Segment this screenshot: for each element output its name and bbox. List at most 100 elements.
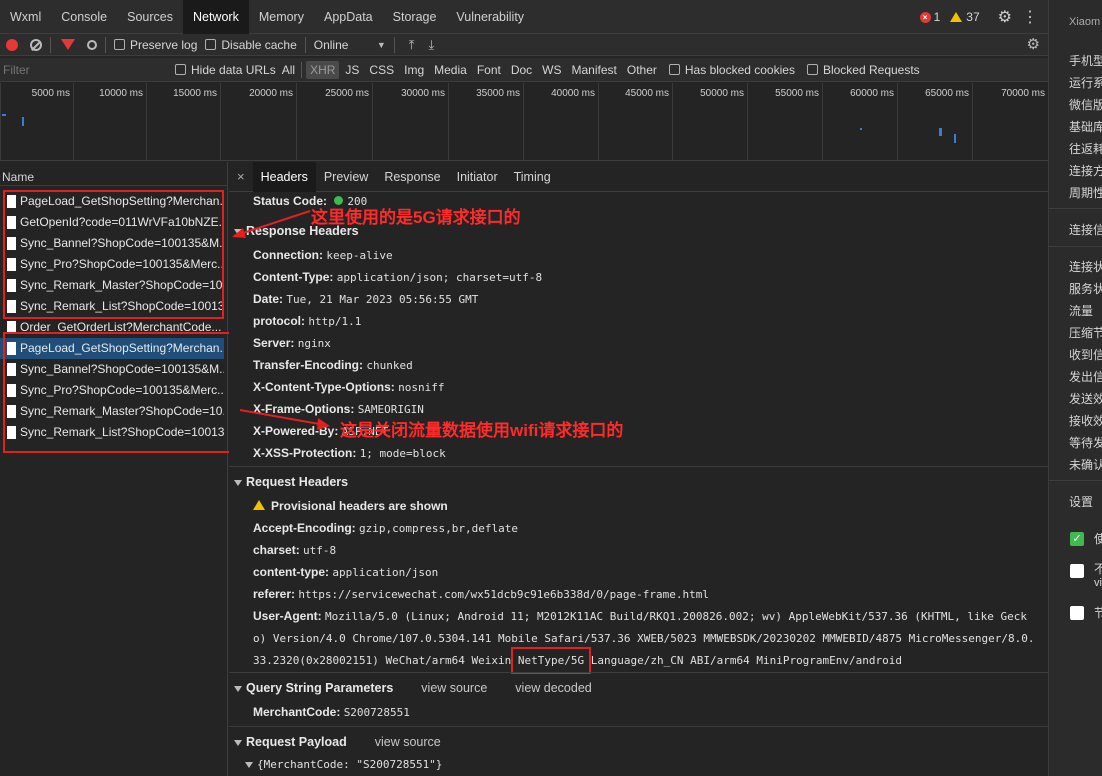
gear-icon[interactable]: ⚙ <box>998 7 1012 27</box>
info-label: 连接方 <box>1069 164 1102 178</box>
tab-initiator[interactable]: Initiator <box>449 162 506 192</box>
tab-appdata[interactable]: AppData <box>314 0 383 34</box>
view-source-link[interactable]: view source <box>375 735 441 749</box>
divider <box>393 36 395 53</box>
checkbox[interactable] <box>205 39 217 50</box>
close-icon[interactable]: × <box>237 169 245 184</box>
device-title: Xiaom <box>1069 16 1101 28</box>
filter-type-css[interactable]: CSS <box>369 63 394 77</box>
tab-headers[interactable]: Headers <box>252 162 316 192</box>
header-row: X-Frame-Options: SAMEORIGIN <box>253 402 424 416</box>
tab-console[interactable]: Console <box>51 0 117 34</box>
checkbox[interactable] <box>1070 606 1084 620</box>
checkbox[interactable] <box>1070 564 1084 578</box>
info-label: 收到信 <box>1069 348 1102 362</box>
disable-cache-toggle[interactable]: Disable cache <box>205 37 297 52</box>
tab-memory[interactable]: Memory <box>249 0 314 34</box>
tab-timing[interactable]: Timing <box>506 162 559 192</box>
preserve-log-toggle[interactable]: Preserve log <box>114 38 197 52</box>
query-string-title[interactable]: Query String Parameters view source view d… <box>234 681 592 695</box>
request-payload-title[interactable]: Request Payload view source <box>234 735 441 749</box>
divider <box>1049 246 1102 247</box>
filter-type-js[interactable]: JS <box>345 63 359 77</box>
filter-bar: Hide data URLs All XHR JS CSS Img Media … <box>0 58 1048 82</box>
error-icon: × <box>919 11 931 23</box>
tab-network[interactable]: Network <box>182 0 249 34</box>
blocked-requests-toggle[interactable]: Blocked Requests <box>806 63 920 77</box>
tab-storage[interactable]: Storage <box>383 0 447 34</box>
checkbox[interactable] <box>114 39 125 50</box>
filter-type-xhr[interactable]: XHR <box>306 60 340 79</box>
filter-input[interactable] <box>3 59 163 80</box>
timeline-tick: 10000 ms <box>73 83 146 161</box>
warning-count[interactable]: 37 <box>950 10 980 24</box>
view-decoded-link[interactable]: view decoded <box>515 681 591 695</box>
filter-type-img[interactable]: Img <box>404 63 424 77</box>
request-headers-title[interactable]: Request Headers <box>234 475 348 489</box>
view-source-link[interactable]: view source <box>421 681 487 695</box>
network-toolbar: Preserve log Disable cache Online ▼ ⤒ ⤓ ⚙ <box>0 34 1048 56</box>
timeline-overview[interactable]: 5000 ms 10000 ms 15000 ms 20000 ms 25000… <box>0 83 1048 161</box>
hide-data-urls-toggle[interactable]: Hide data URLs <box>175 63 276 77</box>
filter-type-all[interactable]: All <box>282 63 295 77</box>
record-icon[interactable] <box>6 38 18 51</box>
option-label: 不 <box>1094 560 1102 577</box>
tab-response[interactable]: Response <box>376 162 448 192</box>
import-icon[interactable]: ⤒ <box>409 37 415 53</box>
filter-type-manifest[interactable]: Manifest <box>572 63 617 77</box>
annotation-wifi: 这是关闭流量数据使用wifi请求接口的 <box>340 421 624 440</box>
info-label: 基础库 <box>1069 120 1102 134</box>
checkbox[interactable] <box>806 64 818 75</box>
filter-type-other[interactable]: Other <box>627 63 657 77</box>
expand-icon <box>234 739 242 746</box>
checkbox[interactable] <box>175 64 186 75</box>
clear-icon[interactable] <box>30 38 42 51</box>
timeline-tick: 30000 ms <box>372 83 448 161</box>
option-label: 使 <box>1094 530 1102 547</box>
request-headers-section: Request Headers Provisional headers are … <box>229 466 1048 674</box>
hide-data-urls-label: Hide data URLs <box>191 62 276 77</box>
tab-wxml[interactable]: Wxml <box>0 0 51 34</box>
disable-cache-label: Disable cache <box>221 37 297 52</box>
filter-type-doc[interactable]: Doc <box>511 63 532 77</box>
column-header-name[interactable]: Name <box>0 162 227 186</box>
warning-count-value: 37 <box>966 10 980 24</box>
search-icon[interactable] <box>87 39 97 50</box>
header-row: Connection: keep-alive <box>253 248 393 262</box>
more-icon[interactable]: ⋮ <box>1022 7 1038 27</box>
annotation-5g: 这里使用的是5G请求接口的 <box>311 208 521 227</box>
error-count-value: 1 <box>933 10 941 24</box>
tab-bar-right: × 1 37 ⚙ ⋮ <box>919 0 1048 34</box>
checkbox[interactable] <box>668 64 680 75</box>
filter-type-media[interactable]: Media <box>434 63 467 77</box>
error-count[interactable]: × 1 <box>919 10 941 24</box>
filter-type-font[interactable]: Font <box>477 63 501 77</box>
timeline-mark <box>22 117 24 126</box>
section-title: 设置 <box>1069 495 1094 509</box>
info-label: 服务状 <box>1069 282 1102 296</box>
header-row: Date: Tue, 21 Mar 2023 05:56:55 GMT <box>253 292 479 306</box>
devtools: Wxml Console Sources Network Memory AppD… <box>0 0 1048 776</box>
timeline-tick: 55000 ms <box>747 83 822 161</box>
network-settings-icon[interactable]: ⚙ <box>1027 35 1040 53</box>
payload-row[interactable]: {MerchantCode: "S200728551"} <box>245 757 442 771</box>
tab-preview[interactable]: Preview <box>316 162 376 192</box>
tab-vulnerability[interactable]: Vulnerability <box>446 0 534 34</box>
filter-type-ws[interactable]: WS <box>542 63 561 77</box>
throttling-value: Online <box>313 37 349 52</box>
export-icon[interactable]: ⤓ <box>429 37 435 53</box>
divider <box>301 61 303 78</box>
timeline-mark <box>954 134 956 143</box>
info-label: 压缩节 <box>1069 326 1102 340</box>
header-row: X-Content-Type-Options: nosniff <box>253 380 445 394</box>
info-label: 发送效 <box>1069 392 1102 406</box>
timeline-tick: 50000 ms <box>672 83 747 161</box>
header-row: Transfer-Encoding: chunked <box>253 358 413 372</box>
chevron-down-icon: ▼ <box>376 39 386 50</box>
filter-icon[interactable] <box>61 39 75 50</box>
checkbox-checked[interactable]: ✓ <box>1070 532 1084 546</box>
has-blocked-cookies-toggle[interactable]: Has blocked cookies <box>668 63 795 77</box>
tab-sources[interactable]: Sources <box>117 0 183 34</box>
info-label: 连接状 <box>1069 260 1102 274</box>
throttling-select[interactable]: Online ▼ <box>314 38 386 52</box>
